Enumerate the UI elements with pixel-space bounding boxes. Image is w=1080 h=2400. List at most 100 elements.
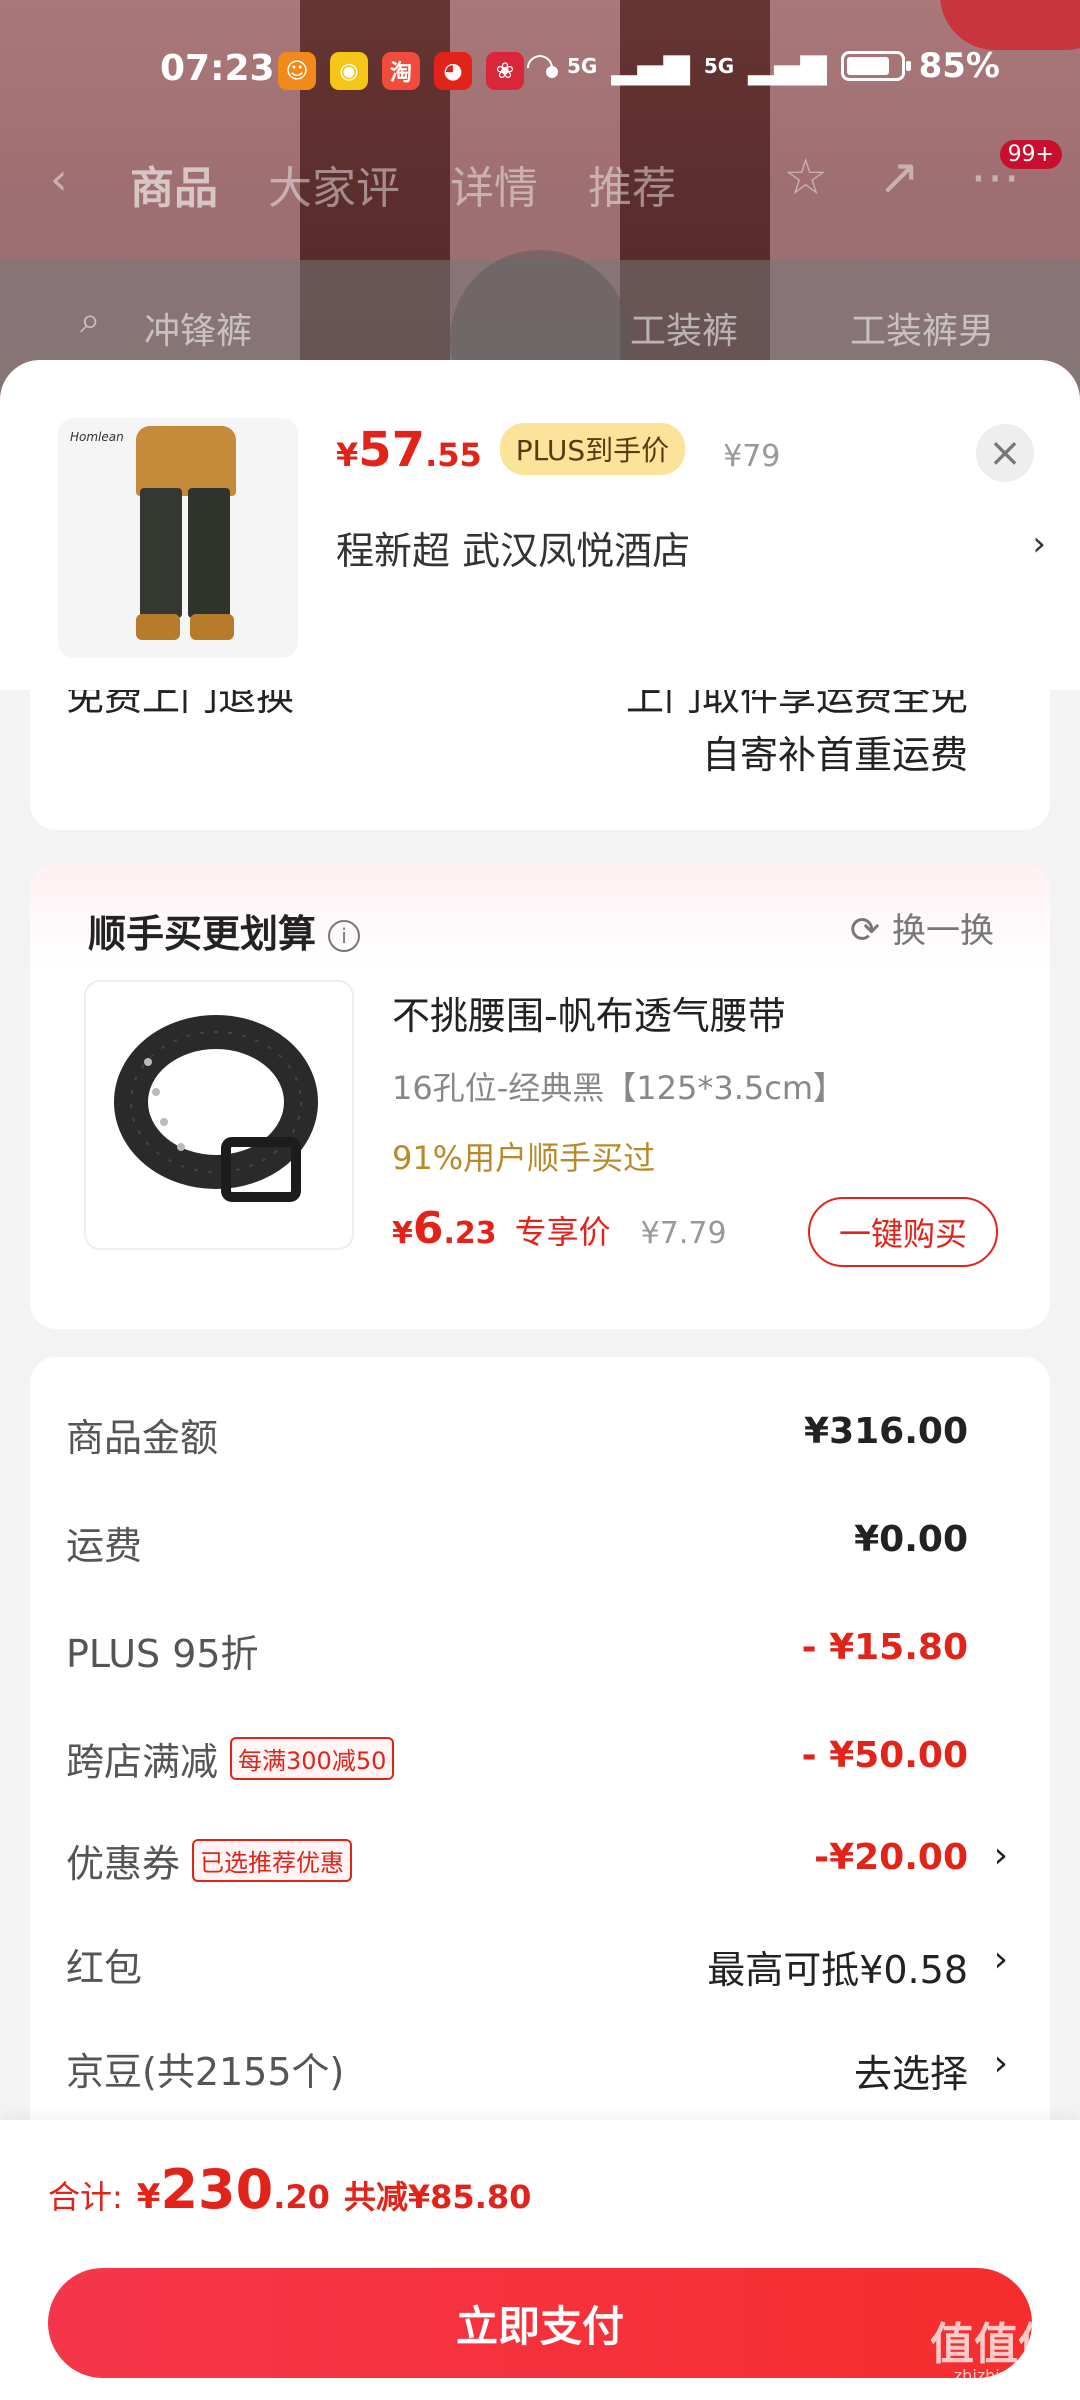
cross-store-value: - ¥50.00: [801, 1735, 968, 1776]
background-search: ⌕ 冲锋裤 工装裤 工装裤男: [80, 280, 1030, 370]
chevron-right-icon[interactable]: ›: [994, 2043, 1008, 2084]
thumb-boot-right: [190, 614, 234, 640]
cross-store-label: 跨店满减 每满300减50: [66, 1731, 395, 1786]
summary-row-goods: 商品金额 ¥316.00: [66, 1397, 968, 1467]
total-label: 合计:: [48, 2178, 123, 2216]
total-integer: 230: [160, 2158, 274, 2221]
pay-now-button[interactable]: 立即支付: [48, 2268, 1032, 2378]
status-bar: 07:23 ☺ ◉ 淘 ◕ ❀ ◠ 5G ▂▄▆ 5G ▂▄▆ 85%: [0, 0, 1080, 130]
order-sheet: Homlean ¥ 57 .55 PLUS到手价 ¥79 × 程新超 武汉凤悦酒…: [0, 360, 1080, 2400]
summary-row-shipping: 运费 ¥0.00: [66, 1505, 968, 1575]
status-right: ◠ 5G ▂▄▆ 5G ▂▄▆ 85%: [527, 46, 1000, 86]
thumb-pants-right: [188, 488, 230, 618]
redpacket-value: 最高可抵¥0.58: [707, 1948, 968, 1992]
search-icon: ⌕: [80, 300, 101, 341]
jingdou-value: 去选择: [853, 2052, 968, 2096]
search-keyword: 工装裤男: [850, 311, 995, 352]
upsell-price-integer: 6: [412, 1203, 444, 1254]
product-thumbnail[interactable]: Homlean: [58, 418, 298, 658]
status-time: 07:23: [160, 48, 275, 89]
upsell-card: 顺手买更划算 i ⟳ 换一换 不挑腰围-帆布透气腰带 16孔位-经典黑【125*3.…: [30, 863, 1050, 1329]
one-click-buy-button[interactable]: 一键购买: [808, 1197, 998, 1267]
battery-icon: [840, 51, 911, 81]
summary-row-plus: PLUS 95折 - ¥15.80: [66, 1613, 968, 1683]
background-nav: ‹ 商品 大家评 详情 推荐 ☆ ↗ ⋯ 99+: [0, 140, 1080, 230]
upsell-title: 顺手买更划算 i: [88, 903, 361, 958]
upsell-product-name[interactable]: 不挑腰围-帆布透气腰带: [392, 985, 786, 1040]
watermark-text: 值值值: [930, 2319, 1062, 2370]
upsell-original-price: ¥7.79: [640, 1216, 727, 1251]
belt-thumbnail[interactable]: [84, 980, 354, 1250]
coupon-value: -¥20.00: [814, 1837, 968, 1878]
goods-amount-label: 商品金额: [66, 1416, 219, 1460]
info-icon[interactable]: i: [328, 920, 361, 952]
product-header: Homlean ¥ 57 .55 PLUS到手价 ¥79 × 程新超 武汉凤悦酒…: [0, 360, 1080, 690]
chevron-right-icon[interactable]: ›: [994, 1835, 1008, 1876]
search-keyword: 工装裤: [630, 311, 739, 352]
coupon-label-text: 优惠券: [66, 1842, 181, 1886]
sheet-content: 免费上门退换 上门取件享运费全免 自寄补首重运费 顺手买更划算i ⟳换一换: [0, 640, 1080, 2280]
plus-discount-label: PLUS 95折: [66, 1632, 259, 1676]
shipping-value: ¥0.00: [854, 1519, 968, 1560]
redpacket-label: 红包: [66, 1946, 143, 1990]
tab-goods: 商品: [130, 163, 218, 214]
watermark: 值值值 zhizhizhi.com: [930, 2308, 1062, 2385]
upsell-price-row: ¥ 6 .23 专享价 ¥7.79: [392, 1203, 727, 1254]
background-tabs: 商品 大家评 详情 推荐: [130, 152, 676, 216]
coupon-label: 优惠券 已选推荐优惠: [66, 1833, 353, 1888]
plus-discount-value: - ¥15.80: [801, 1627, 968, 1668]
battery-percent: 85%: [918, 46, 1000, 86]
cart-badge: 99+: [999, 140, 1062, 169]
total-row: 合计: ¥ 230 .20 共减¥85.80: [48, 2158, 531, 2221]
notification-app-icons: ☺ ◉ 淘 ◕ ❀: [278, 52, 558, 90]
weibo-icon: ◉: [330, 52, 368, 90]
delivery-address[interactable]: 程新超 武汉凤悦酒店: [336, 520, 690, 575]
refresh-icon: ⟳: [849, 910, 880, 951]
signal-icon-2: ▂▄▆: [748, 46, 827, 86]
refresh-label: 换一换: [892, 911, 994, 951]
shipping-label: 运费: [66, 1524, 143, 1568]
taobao-icon: 淘: [382, 52, 420, 90]
upsell-title-text: 顺手买更划算: [88, 912, 317, 956]
price-currency: ¥: [336, 436, 359, 474]
brand-logo: Homlean: [70, 430, 124, 444]
belt-image: [114, 1015, 318, 1202]
plus-price-tag: PLUS到手价: [499, 423, 686, 475]
search-placeholder: 冲锋裤: [144, 311, 253, 352]
summary-row-jingdou[interactable]: 京豆(共2155个) 去选择 ›: [66, 2031, 1008, 2101]
summary-row-coupon[interactable]: 优惠券 已选推荐优惠 -¥20.00 ›: [66, 1823, 1008, 1893]
upsell-price-currency: ¥: [392, 1216, 413, 1251]
background-nav-icons: ☆ ↗ ⋯: [783, 148, 1020, 206]
upsell-product-spec: 16孔位-经典黑【125*3.5cm】: [392, 1069, 846, 1107]
share-icon: ↗: [878, 148, 920, 206]
refresh-button[interactable]: ⟳ 换一换: [850, 903, 994, 952]
app-icon-5: ❀: [486, 52, 524, 90]
coupon-tag: 已选推荐优惠: [192, 1839, 353, 1882]
jd-icon: ◕: [434, 52, 472, 90]
thumb-boot-left: [136, 614, 180, 640]
tab-reviews: 大家评: [268, 163, 400, 214]
signal-label-2: 5G: [703, 54, 735, 78]
price-decimal: .55: [425, 436, 482, 474]
price-integer: 57: [358, 422, 426, 478]
wifi-icon: ◠: [526, 46, 554, 86]
close-icon[interactable]: ×: [976, 424, 1034, 482]
price-summary-card: 商品金额 ¥316.00 运费 ¥0.00 PLUS 95折 - ¥15.80 …: [30, 1357, 1050, 2197]
total-saved: 共减¥85.80: [343, 2178, 532, 2216]
thumb-pants-left: [140, 488, 182, 618]
service-return-desc-2: 自寄补首重运费: [701, 733, 968, 777]
total-decimal: .20: [273, 2178, 330, 2216]
summary-row-cross-store: 跨店满减 每满300减50 - ¥50.00: [66, 1721, 968, 1791]
original-price: ¥79: [723, 439, 781, 474]
summary-row-redpacket[interactable]: 红包 最高可抵¥0.58 ›: [66, 1927, 1008, 1997]
back-arrow-icon: ‹: [50, 154, 68, 205]
signal-label: 5G: [567, 54, 598, 78]
product-price-row: ¥ 57 .55 PLUS到手价 ¥79: [336, 422, 780, 481]
chevron-right-icon[interactable]: ›: [1032, 524, 1046, 564]
checkout-bar: 合计: ¥ 230 .20 共减¥85.80 立即支付 值值值 zhizhizh…: [0, 2120, 1080, 2400]
upsell-bought-rate: 91%用户顺手买过: [392, 1139, 656, 1177]
chevron-right-icon[interactable]: ›: [994, 1939, 1008, 1980]
app-icon-1: ☺: [278, 52, 316, 90]
star-icon: ☆: [783, 148, 829, 206]
cross-store-tag: 每满300减50: [230, 1737, 395, 1780]
